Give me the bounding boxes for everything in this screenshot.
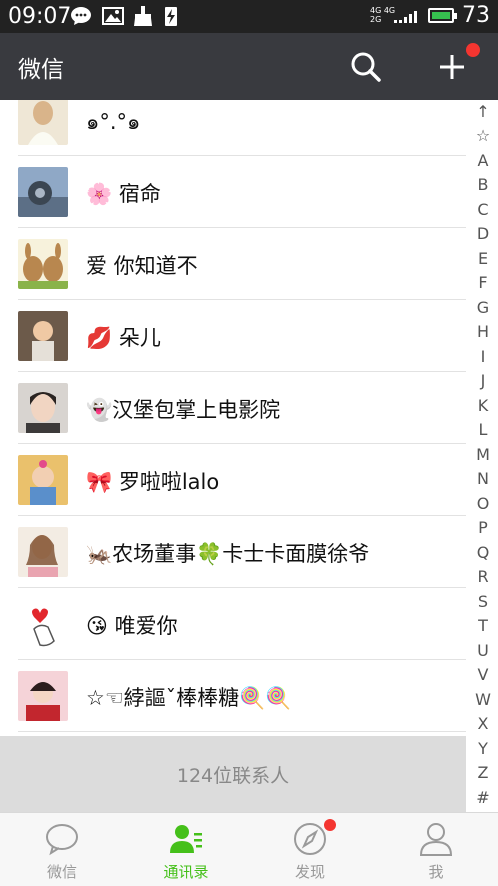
index-letter[interactable]: R — [468, 567, 498, 586]
index-letter[interactable]: A — [468, 151, 498, 170]
contacts-icon — [170, 825, 202, 853]
contact-avatar — [18, 311, 68, 361]
status-time: 09:07 — [8, 4, 72, 29]
contact-name: 👻汉堡包掌上电影院 — [86, 398, 281, 422]
chat-bubble-icon — [46, 824, 78, 856]
index-letter[interactable]: X — [468, 714, 498, 733]
contact-name: ☆☜綍謳ˇ棒棒糖🍭🍭 — [86, 686, 292, 710]
index-letter[interactable]: B — [468, 175, 498, 194]
tab-me[interactable]: 我 — [374, 813, 498, 886]
alphabet-index-bar[interactable]: ↑ ☆ A B C D E F G H I J K L M N O P Q R S T U V W X Y Z # — [468, 102, 498, 812]
tab-label: 通讯录 — [163, 863, 209, 881]
index-letter[interactable]: J — [468, 371, 498, 390]
discover-badge-dot — [324, 819, 336, 831]
index-letter[interactable]: Q — [468, 543, 498, 562]
contact-avatar — [18, 100, 68, 145]
person-icon — [419, 823, 453, 856]
index-letter[interactable]: D — [468, 224, 498, 243]
contact-row[interactable]: 🌸 宿命 — [0, 156, 466, 228]
index-letter[interactable]: E — [468, 249, 498, 268]
plus-badge-dot — [466, 43, 480, 57]
app-bar: 微信 — [0, 33, 498, 100]
index-letter[interactable]: V — [468, 665, 498, 684]
battery-percentage: 73 — [462, 3, 490, 28]
contact-row[interactable]: ☆☜綍謳ˇ棒棒糖🍭🍭 — [0, 660, 466, 732]
contact-avatar — [18, 599, 68, 649]
plus-icon[interactable] — [434, 49, 470, 85]
index-letter[interactable]: W — [468, 690, 498, 709]
index-letter[interactable]: F — [468, 273, 498, 292]
index-letter[interactable]: M — [468, 445, 498, 464]
contact-row[interactable]: ๑°.°๑ — [0, 100, 466, 156]
tab-chats[interactable]: 微信 — [0, 813, 124, 886]
contact-name: 🌸 宿命 — [86, 182, 161, 206]
index-letter[interactable]: G — [468, 298, 498, 317]
contact-name: 🦗农场董事🍀卡士卡面膜徐爷 — [86, 542, 370, 566]
tab-discover[interactable]: 发现 — [248, 813, 372, 886]
index-letter[interactable]: Z — [468, 763, 498, 782]
contact-count: 124位联系人 — [176, 765, 290, 787]
index-letter[interactable]: K — [468, 396, 498, 415]
search-icon[interactable] — [348, 49, 384, 85]
contact-avatar — [18, 239, 68, 289]
app-title: 微信 — [18, 57, 64, 83]
battery-icon — [428, 8, 457, 23]
contact-avatar — [18, 167, 68, 217]
image-notification-icon — [102, 7, 124, 25]
contact-row[interactable]: 🦗农场董事🍀卡士卡面膜徐爷 — [0, 516, 466, 588]
contact-name: 爱 你知道不 — [86, 254, 198, 278]
signal-strength-icon — [394, 11, 417, 23]
index-letter[interactable]: ↑ — [468, 102, 498, 121]
contact-row[interactable]: 爱 你知道不 — [0, 228, 466, 300]
status-bar: 09:07 4G 4G 2G 73 — [0, 0, 498, 33]
index-letter[interactable]: I — [468, 347, 498, 366]
battery-saver-notification-icon — [165, 7, 177, 26]
index-letter[interactable]: T — [468, 616, 498, 635]
tab-label: 我 — [428, 863, 444, 881]
contact-row[interactable]: 👻汉堡包掌上电影院 — [0, 372, 466, 444]
contact-avatar — [18, 527, 68, 577]
index-letter[interactable]: L — [468, 420, 498, 439]
contact-avatar — [18, 455, 68, 505]
contact-name: 💋 朵儿 — [86, 326, 161, 350]
tab-contacts[interactable]: 通讯录 — [124, 813, 248, 886]
index-letter[interactable]: S — [468, 592, 498, 611]
wechat-notification-icon — [71, 7, 91, 25]
contact-avatar — [18, 671, 68, 721]
index-letter[interactable]: Y — [468, 739, 498, 758]
contact-name: 🎀 罗啦啦lalo — [86, 470, 220, 494]
contact-avatar — [18, 383, 68, 433]
index-letter[interactable]: ☆ — [468, 126, 498, 145]
index-letter[interactable]: O — [468, 494, 498, 513]
contact-count-footer: 124位联系人 — [0, 736, 466, 812]
index-letter[interactable]: C — [468, 200, 498, 219]
index-letter[interactable]: H — [468, 322, 498, 341]
index-letter[interactable]: P — [468, 518, 498, 537]
contact-row[interactable]: 😘 唯爱你 — [0, 588, 466, 660]
index-letter[interactable]: # — [468, 788, 498, 807]
contact-list[interactable]: ๑°.°๑ 🌸 宿命 爱 你知道不 💋 朵儿 👻汉堡包掌上电影院 🎀 罗啦啦la… — [0, 100, 466, 736]
tab-label: 微信 — [46, 863, 77, 881]
bottom-tab-bar: 微信 通讯录 发现 我 — [0, 812, 498, 886]
index-letter[interactable]: U — [468, 641, 498, 660]
contact-row[interactable]: 💋 朵儿 — [0, 300, 466, 372]
contact-row[interactable]: 🎀 罗啦啦lalo — [0, 444, 466, 516]
cleaner-notification-icon — [134, 6, 152, 26]
tab-label: 发现 — [294, 863, 325, 881]
compass-icon — [294, 823, 326, 855]
index-letter[interactable]: N — [468, 469, 498, 488]
contact-name: ๑°.°๑ — [86, 110, 141, 134]
network-type: 4G 4G 2G — [370, 6, 396, 24]
contact-name: 😘 唯爱你 — [86, 614, 178, 638]
